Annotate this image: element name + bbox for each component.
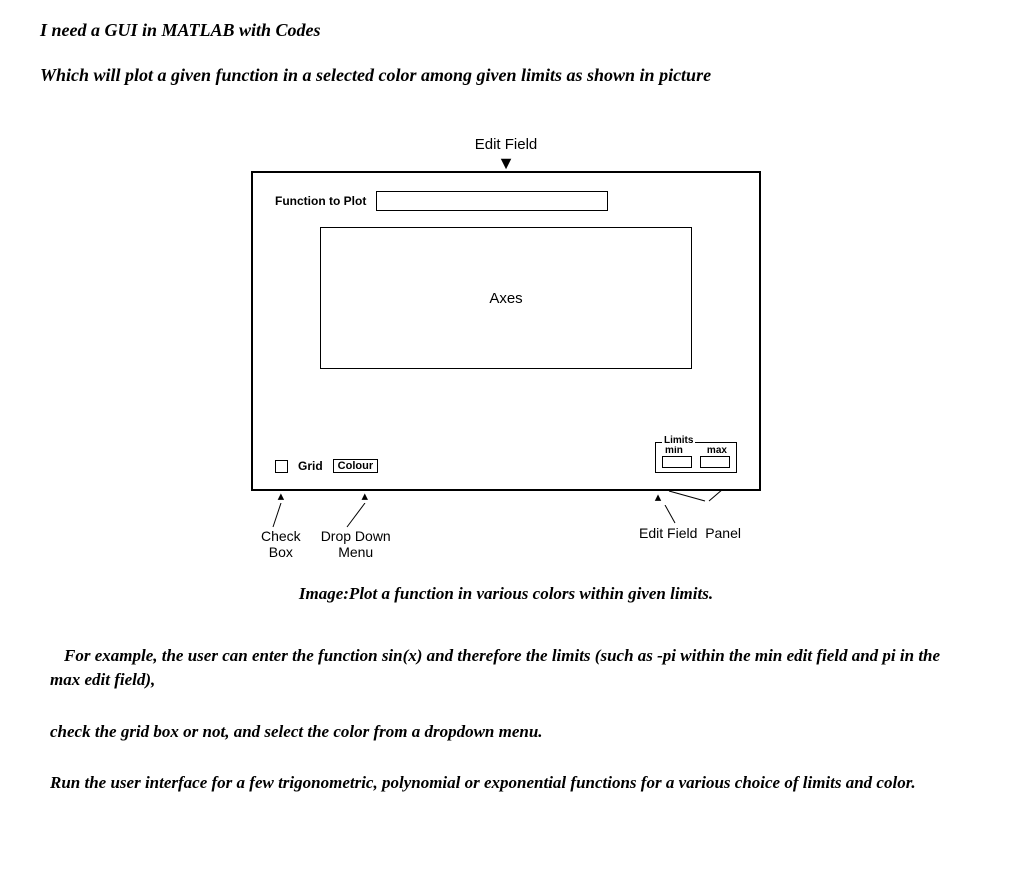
editfield-panel-annotation: Edit Field Panel [639, 525, 741, 541]
colour-dropdown[interactable]: Colour [333, 459, 378, 473]
paragraph-3: Run the user interface for a few trigono… [50, 771, 972, 795]
title-line-2: Which will plot a given function in a se… [40, 65, 972, 86]
min-label: min [665, 445, 683, 456]
limits-legend: Limits [662, 435, 695, 446]
axes-label: Axes [489, 290, 522, 307]
axes-area: Axes [320, 227, 692, 369]
paragraph-2: check the grid box or not, and select th… [50, 720, 972, 744]
function-input[interactable] [376, 191, 608, 211]
image-caption: Image:Plot a function in various colors … [40, 584, 972, 604]
checkbox-annotation: Check Box [261, 529, 301, 560]
gui-panel: Function to Plot Axes Grid Colour Limits… [251, 171, 761, 491]
title-line-1: I need a GUI in MATLAB with Codes [40, 20, 972, 41]
function-to-plot-label: Function to Plot [275, 194, 366, 208]
max-label: max [707, 445, 727, 456]
grid-checkbox[interactable] [275, 460, 288, 473]
paragraph-1: For example, the user can enter the func… [50, 644, 972, 692]
gui-mockup: Edit Field ▼ Function to Plot Axes Grid … [251, 136, 761, 560]
grid-label: Grid [298, 459, 323, 473]
dropdown-annotation: Drop Down Menu [321, 529, 391, 560]
min-input[interactable] [662, 456, 692, 468]
pointer-line-icon [341, 503, 371, 529]
pointer-line-icon [655, 505, 725, 525]
arrow-down-icon: ▼ [251, 157, 761, 169]
pointer-line-icon [665, 489, 725, 503]
limits-panel: Limits min max [655, 436, 737, 473]
max-input[interactable] [700, 456, 730, 468]
arrow-up-icon: ▴ [655, 489, 662, 505]
pointer-line-icon [271, 503, 291, 529]
arrow-up-icon: ▴ [261, 489, 301, 503]
arrow-up-icon: ▴ [339, 489, 391, 503]
edit-field-annotation: Edit Field [251, 136, 761, 153]
